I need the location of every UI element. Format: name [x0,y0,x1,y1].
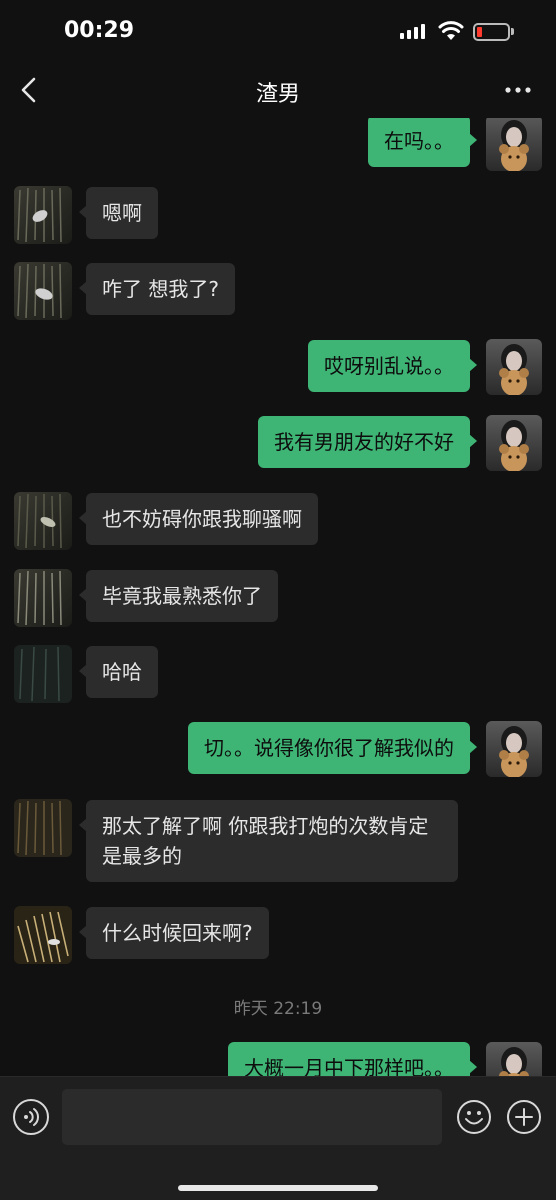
contact-avatar[interactable] [14,492,72,550]
contact-avatar[interactable] [14,262,72,320]
contact-avatar[interactable] [14,569,72,627]
emoji-icon [457,1100,491,1134]
my-avatar[interactable] [486,1042,542,1076]
message-input[interactable] [62,1089,442,1145]
message-bubble-received[interactable]: 咋了 想我了? [79,263,235,315]
contact-avatar[interactable] [14,186,72,244]
timestamp-divider: 昨天 22:19 [233,999,323,1019]
my-avatar[interactable] [486,339,542,395]
message-bubble-received[interactable]: 什么时候回来啊? [79,907,269,959]
message-bubble-received[interactable]: 也不妨碍你跟我聊骚啊 [79,493,318,545]
message-bubble-sent[interactable]: 在吗。。 [368,118,477,167]
message-list[interactable]: 在吗。。 嗯啊 咋了 想我了? 哎呀别乱说。。 我有男朋友的好不好 也不妨碍你跟… [0,118,556,1076]
emoji-button[interactable] [456,1099,492,1135]
message-bubble-sent[interactable]: 切。。说得像你很了解我似的 [188,722,477,774]
chat-header: 渣男 [0,64,556,118]
plus-icon [507,1100,541,1134]
status-bar: 00:29 [0,0,556,64]
my-avatar[interactable] [486,118,542,171]
chat-title: 渣男 [255,82,300,107]
message-bubble-received[interactable]: 哈哈 [79,646,158,698]
plus-button[interactable] [506,1099,542,1135]
wifi-icon [438,21,464,40]
more-button[interactable] [500,78,536,102]
more-dots-icon [505,87,531,93]
voice-icon [24,1108,39,1126]
my-avatar[interactable] [486,721,542,777]
battery-tip [511,28,514,35]
message-bubble-received[interactable]: 毕竟我最熟悉你了 [79,570,278,622]
status-time: 00:29 [64,18,135,43]
home-indicator[interactable] [178,1185,378,1191]
message-bubble-received[interactable]: 那太了解了啊 你跟我打炮的次数肯定是最多的 [79,800,458,882]
contact-avatar[interactable] [14,645,72,703]
cellular-signal-icon [400,24,425,39]
message-bubble-sent[interactable]: 哎呀别乱说。。 [308,340,477,392]
message-bubble-sent[interactable]: 大概一月中下那样吧。。 [228,1042,477,1076]
message-bubble-received[interactable]: 嗯啊 [79,187,158,239]
my-avatar[interactable] [486,415,542,471]
battery-icon [473,23,510,41]
message-bubble-sent[interactable]: 我有男朋友的好不好 [258,416,477,468]
contact-avatar[interactable] [14,799,72,857]
voice-button[interactable] [13,1099,49,1135]
contact-avatar[interactable] [14,906,72,964]
input-bar [0,1076,556,1200]
